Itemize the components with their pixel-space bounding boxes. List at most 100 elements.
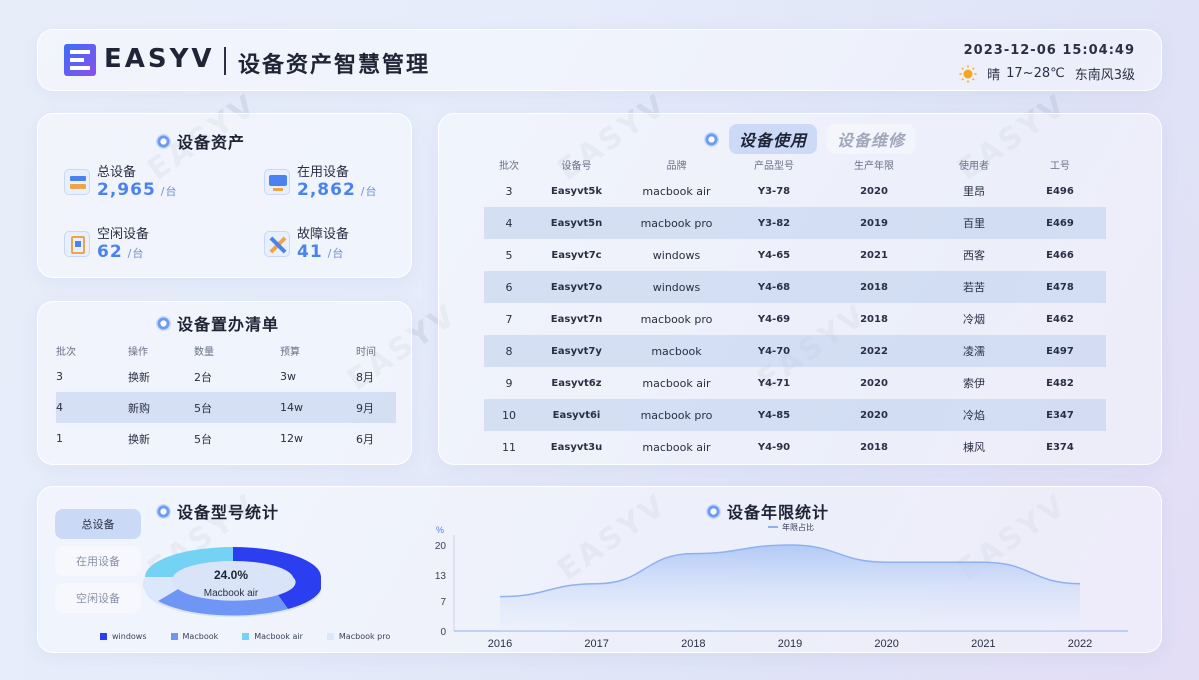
tab-device-usage[interactable]: 设备使用 xyxy=(729,124,818,154)
header-bar: EASYV 设备资产智慧管理 2023-12-06 15:04:49 晴 17~… xyxy=(37,29,1162,91)
usage-table-scroll[interactable]: 批次 设备号 品牌 产品型号 生产年限 使用者 工号 3 Easyvt5k macb… xyxy=(484,153,1106,453)
filter-idle-button[interactable]: 空闲设备 xyxy=(55,583,141,613)
table-cell: Y4-69 xyxy=(757,313,791,325)
legend-swatch xyxy=(326,633,334,640)
legend-item[interactable]: Macbook air xyxy=(242,632,303,641)
table-cell: Y3-78 xyxy=(757,185,791,197)
table-cell: 6月 xyxy=(356,432,374,446)
table-cell: E496 xyxy=(1046,185,1074,197)
table-cell: Easyvt7c xyxy=(551,249,602,261)
brand-name: EASYV xyxy=(104,44,215,74)
tab-device-repair[interactable]: 设备维修 xyxy=(827,124,916,154)
table-cell: 1 xyxy=(56,432,63,445)
x-tick-label: 2016 xyxy=(488,638,512,650)
table-row[interactable]: 11 Easyvt3u macbook air Y4-90 2018 棟风 E374 xyxy=(484,431,1106,454)
table-cell: Y4-68 xyxy=(734,271,814,303)
table-cell: 2020 xyxy=(860,185,888,197)
x-tick-label: 2021 xyxy=(971,638,995,650)
legend-item[interactable]: Macbook pro xyxy=(326,632,390,641)
easyv-logo-icon xyxy=(64,44,96,76)
table-cell: 3w xyxy=(280,370,296,383)
table-cell: 2018 xyxy=(814,271,934,303)
table-cell: Y4-85 xyxy=(734,399,814,431)
table-cell: E374 xyxy=(1046,441,1074,453)
donut-center-value: 24.0% xyxy=(214,568,248,582)
table-cell: Easyvt6i xyxy=(534,399,619,431)
table-cell: E482 xyxy=(1046,377,1074,389)
column-header: 使用者 xyxy=(959,160,989,172)
section-dot-icon xyxy=(156,503,171,519)
year-area-chart: % 年限占比 0 7 13 20 2016 2017 2018 2019 2020 2021 2022 xyxy=(435,522,1128,650)
column-header: 品牌 xyxy=(666,160,687,172)
y-tick-label: 0 xyxy=(440,627,446,638)
column-header: 批次 xyxy=(56,346,76,358)
table-cell: macbook xyxy=(619,335,734,367)
column-header: 产品型号 xyxy=(754,160,794,172)
table-row[interactable]: 9 Easyvt6z macbook air Y4-71 2020 索伊 E482 xyxy=(484,367,1106,399)
legend-item[interactable]: windows xyxy=(100,632,147,641)
table-row[interactable]: 1 换新 5台 12w 6月 xyxy=(56,423,396,454)
asset-in-use: 在用设备 2,862/台 xyxy=(264,159,424,209)
legend-label: 年限占比 xyxy=(782,522,814,532)
table-cell: 3 xyxy=(56,370,63,383)
y-tick-label: 7 xyxy=(440,597,446,608)
filter-total-devices-button[interactable]: 总设备 xyxy=(55,509,141,539)
table-cell: 7 xyxy=(505,312,513,326)
legend-item[interactable]: Macbook xyxy=(170,632,218,641)
section-dot-icon xyxy=(156,315,171,331)
table-cell: 10 xyxy=(484,399,534,431)
column-header: 批次 xyxy=(499,160,519,172)
table-cell: E466 xyxy=(1046,249,1074,261)
table-cell: 2019 xyxy=(814,207,934,239)
table-cell: 11 xyxy=(502,440,516,454)
table-cell: 5 xyxy=(505,248,513,262)
asset-idle: 空闲设备 62/台 xyxy=(64,221,224,271)
asset-panel-title: 设备资产 xyxy=(156,129,245,153)
y-tick-label: 20 xyxy=(435,541,447,552)
filter-in-use-button[interactable]: 在用设备 xyxy=(55,546,141,576)
x-tick-label: 2019 xyxy=(778,638,802,650)
table-cell: windows xyxy=(652,248,701,262)
legend-swatch xyxy=(170,633,178,640)
purchase-table: 批次 操作 数量 预算 时间 3 换新 2台 3w 8月 4 新购 5台 14w… xyxy=(56,339,396,454)
table-row[interactable]: 3 换新 2台 3w 8月 xyxy=(56,361,396,392)
asset-value: 62/台 xyxy=(97,242,145,262)
asset-value: 2,965/台 xyxy=(97,180,178,200)
x-tick-label: 2022 xyxy=(1068,638,1092,650)
table-header-row: 批次 操作 数量 预算 时间 xyxy=(56,339,396,361)
table-cell: 冷焰 xyxy=(934,399,1014,431)
in-use-device-icon xyxy=(264,169,290,195)
table-cell: 9月 xyxy=(356,392,396,423)
table-cell: 5台 xyxy=(194,432,212,446)
table-cell: Easyvt7y xyxy=(534,335,619,367)
table-cell: Y3-82 xyxy=(734,207,814,239)
column-header: 操作 xyxy=(128,346,148,358)
table-cell: 凌濡 xyxy=(934,335,1014,367)
table-row[interactable]: 6 Easyvt7o windows Y4-68 2018 若苦 E478 xyxy=(484,271,1106,303)
table-cell: 4 xyxy=(56,392,128,423)
title-divider xyxy=(224,47,226,75)
table-cell: Easyvt5k xyxy=(551,185,602,197)
table-row[interactable]: 3 Easyvt5k macbook air Y3-78 2020 里昂 E496 xyxy=(484,175,1106,207)
purchase-panel-title: 设备置办清单 xyxy=(156,311,279,335)
legend-swatch xyxy=(242,633,250,640)
table-cell: 新购 xyxy=(128,392,194,423)
table-row[interactable]: 7 Easyvt7n macbook pro Y4-69 2018 冷烟 E462 xyxy=(484,303,1106,335)
table-row[interactable]: 4 新购 5台 14w 9月 xyxy=(56,392,396,423)
table-cell: Y4-90 xyxy=(757,441,791,453)
table-cell: 若苦 xyxy=(934,271,1014,303)
table-row[interactable]: 4 Easyvt5n macbook pro Y3-82 2019 百里 E469 xyxy=(484,207,1106,239)
purchase-list-panel: 设备置办清单 批次 操作 数量 预算 时间 3 换新 2台 3w 8月 4 新购 xyxy=(37,301,412,465)
table-cell: 里昂 xyxy=(963,185,985,198)
model-stats-title: 设备型号统计 xyxy=(156,499,279,523)
table-cell: 12w xyxy=(280,432,303,445)
table-cell: Easyvt3u xyxy=(550,441,603,453)
faulty-device-icon xyxy=(264,231,290,257)
weather-wind: 东南风3级 xyxy=(1074,68,1135,83)
table-cell: Easyvt5n xyxy=(534,207,619,239)
table-row[interactable]: 5 Easyvt7c windows Y4-65 2021 西客 E466 xyxy=(484,239,1106,271)
table-cell: macbook pro xyxy=(619,207,734,239)
table-row[interactable]: 8 Easyvt7y macbook Y4-70 2022 凌濡 E497 xyxy=(484,335,1106,367)
table-row[interactable]: 10 Easyvt6i macbook pro Y4-85 2020 冷焰 E347 xyxy=(484,399,1106,431)
table-cell: 2台 xyxy=(194,370,212,384)
